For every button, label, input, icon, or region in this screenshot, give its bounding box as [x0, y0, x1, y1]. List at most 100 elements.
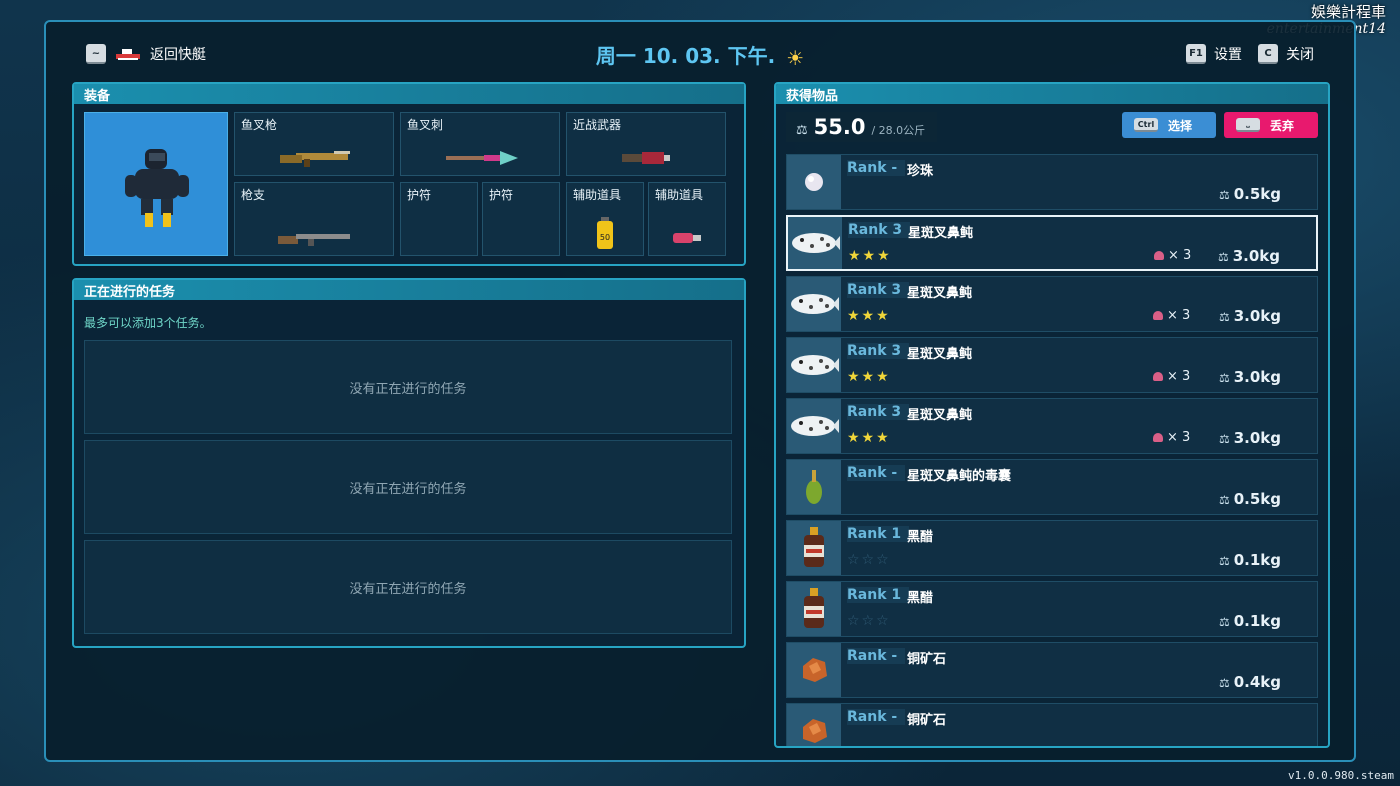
top-bar: ~ 返回快艇 周一 10. 03. 下午. ☀ F1 设置 C 关闭 [46, 22, 1354, 84]
inventory-item-row[interactable]: Rank 3 星斑叉鼻鲀 ★★★ × 3 ⚖ 3.0kg [786, 276, 1318, 332]
select-key-hint: Ctrl [1134, 118, 1158, 132]
weight-icon: ⚖ [1218, 493, 1230, 507]
diver-avatar [84, 112, 228, 256]
inventory-item-row[interactable]: Rank - 珍珠 ⚖ 0.5kg [786, 154, 1318, 210]
slot-label: 鱼叉枪 [241, 118, 278, 132]
item-weight-value: 0.5kg [1233, 185, 1281, 203]
settings-button[interactable]: F1 设置 [1186, 44, 1242, 64]
heart-icon [1153, 433, 1163, 442]
item-name: 星斑叉鼻鲀的毒囊 [907, 469, 1012, 484]
select-label: 选择 [1168, 118, 1193, 133]
weight-icon: ⚖ [1218, 310, 1230, 324]
slot-label: 近战武器 [573, 118, 622, 132]
item-name: 铜矿石 [907, 652, 947, 667]
slot-label: 辅助道具 [573, 188, 622, 202]
slot-support-item-2[interactable]: 辅助道具 [648, 182, 726, 256]
item-count: × 3 [1153, 430, 1190, 445]
item-star-rating: ★★★ [847, 430, 891, 446]
slot-label: 鱼叉刺 [407, 118, 444, 132]
item-name: 黑醋 [907, 530, 934, 545]
slot-harpoon-tip[interactable]: 鱼叉刺 [400, 112, 560, 176]
item-weight: ⚖ 0.1kg [1219, 551, 1281, 569]
weight-summary: ⚖ 55.0 / 28.0公斤 [786, 112, 938, 142]
item-rank: Rank 1 [847, 526, 910, 542]
item-rank: Rank 1 [847, 587, 910, 603]
item-weight: ⚖ 3.0kg [1218, 247, 1280, 265]
harpoon-gun-icon [280, 151, 350, 167]
inventory-item-row[interactable]: Rank 3 星斑叉鼻鲀 ★★★ × 3 ⚖ 3.0kg [786, 337, 1318, 393]
pufferfish-icon [787, 277, 841, 331]
slot-charm-2[interactable]: 护符 [482, 182, 560, 256]
heart-icon [1153, 372, 1163, 381]
item-weight: ⚖ 0.5kg [1219, 490, 1281, 508]
item-star-rating: ★★★ [848, 248, 892, 264]
inventory-item-row[interactable]: Rank 1 黑醋 ☆☆☆ ⚖ 0.1kg [786, 581, 1318, 637]
inventory-item-row[interactable]: Rank 3 星斑叉鼻鲀 ★★★ × 3 ⚖ 3.0kg [786, 398, 1318, 454]
item-weight-value: 0.4kg [1233, 673, 1281, 691]
item-rank: Rank 3 [847, 404, 910, 420]
tasks-limit-note: 最多可以添加3个任务。 [84, 316, 212, 330]
item-count: × 3 [1153, 369, 1190, 384]
pufferfish-icon [788, 217, 842, 269]
task-slot-2[interactable]: 没有正在进行的任务 [84, 440, 732, 534]
slot-label: 枪支 [241, 188, 266, 202]
slot-harpoon-gun[interactable]: 鱼叉枪 [234, 112, 394, 176]
task-slot-1[interactable]: 没有正在进行的任务 [84, 340, 732, 434]
empty-task-text: 没有正在进行的任务 [349, 581, 467, 597]
sun-icon: ☀ [786, 46, 805, 70]
weight-icon: ⚖ [796, 123, 808, 138]
slot-label: 辅助道具 [655, 188, 704, 202]
slot-support-item-1[interactable]: 辅助道具 50 [566, 182, 644, 256]
item-weight: ⚖ 0.4kg [1219, 673, 1281, 691]
inventory-item-row[interactable]: Rank - 铜矿石 ⚖ 0.4kg [786, 642, 1318, 698]
tool-icon [673, 233, 701, 243]
active-tasks-panel: 正在进行的任务 最多可以添加3个任务。 没有正在进行的任务 没有正在进行的任务 … [72, 278, 746, 648]
weight-icon: ⚖ [1218, 676, 1230, 690]
slot-charm-1[interactable]: 护符 [400, 182, 478, 256]
weight-icon: ⚖ [1218, 554, 1230, 568]
vinegar-bottle-icon [787, 521, 841, 575]
poison-sac-icon [787, 460, 841, 514]
task-slot-3[interactable]: 没有正在进行的任务 [84, 540, 732, 634]
equipment-panel: 装备 鱼叉枪 鱼叉刺 近战武器 枪支 护符 护符 辅助道具 50 辅助道具 [72, 82, 746, 266]
settings-label: 设置 [1214, 47, 1242, 63]
item-count-text: × 3 [1167, 308, 1191, 323]
slot-label: 护符 [489, 188, 514, 202]
inventory-item-row[interactable]: Rank - 星斑叉鼻鲀的毒囊 ⚖ 0.5kg [786, 459, 1318, 515]
close-key-hint: C [1258, 44, 1278, 64]
close-label: 关闭 [1286, 47, 1314, 63]
item-count-text: × 3 [1167, 430, 1191, 445]
weight-capacity: / 28.0公斤 [871, 124, 926, 137]
item-star-rating: ★★★ [847, 308, 891, 324]
vinegar-bottle-icon [787, 582, 841, 636]
item-name: 星斑叉鼻鲀 [907, 408, 973, 423]
weight-icon: ⚖ [1217, 250, 1229, 264]
drop-button[interactable]: ⎵ 丢弃 [1224, 112, 1318, 138]
inventory-item-row[interactable]: Rank 3 星斑叉鼻鲀 ★★★ × 3 ⚖ 3.0kg [786, 215, 1318, 271]
drop-label: 丢弃 [1270, 118, 1295, 133]
empty-task-text: 没有正在进行的任务 [349, 481, 467, 497]
tank-badge: 50 [600, 233, 610, 242]
item-weight-value: 0.1kg [1233, 612, 1281, 630]
select-button[interactable]: Ctrl 选择 [1122, 112, 1216, 138]
item-weight: ⚖ 3.0kg [1219, 368, 1281, 386]
harpoon-tip-icon [446, 151, 518, 165]
item-weight-value: 0.1kg [1233, 551, 1281, 569]
melee-weapon-icon [622, 152, 670, 164]
rifle-icon [278, 234, 350, 246]
item-name: 黑醋 [907, 591, 934, 606]
top-right-controls: F1 设置 C 关闭 [1186, 44, 1314, 64]
pearl-icon [787, 155, 841, 209]
weight-icon: ⚖ [1218, 371, 1230, 385]
item-name: 星斑叉鼻鲀 [907, 347, 973, 362]
watermark-line1: 娛樂計程車 [1310, 3, 1386, 21]
slot-melee-weapon[interactable]: 近战武器 [566, 112, 726, 176]
item-count-text: × 3 [1167, 369, 1191, 384]
diver-icon [125, 149, 189, 227]
close-button[interactable]: C 关闭 [1258, 44, 1314, 64]
inventory-item-row[interactable]: Rank 1 黑醋 ☆☆☆ ⚖ 0.1kg [786, 520, 1318, 576]
oxygen-tank-icon: 50 [597, 217, 613, 249]
item-weight-value: 3.0kg [1232, 247, 1280, 265]
slot-rifle[interactable]: 枪支 [234, 182, 394, 256]
inventory-item-row[interactable]: Rank - 铜矿石 [786, 703, 1318, 746]
